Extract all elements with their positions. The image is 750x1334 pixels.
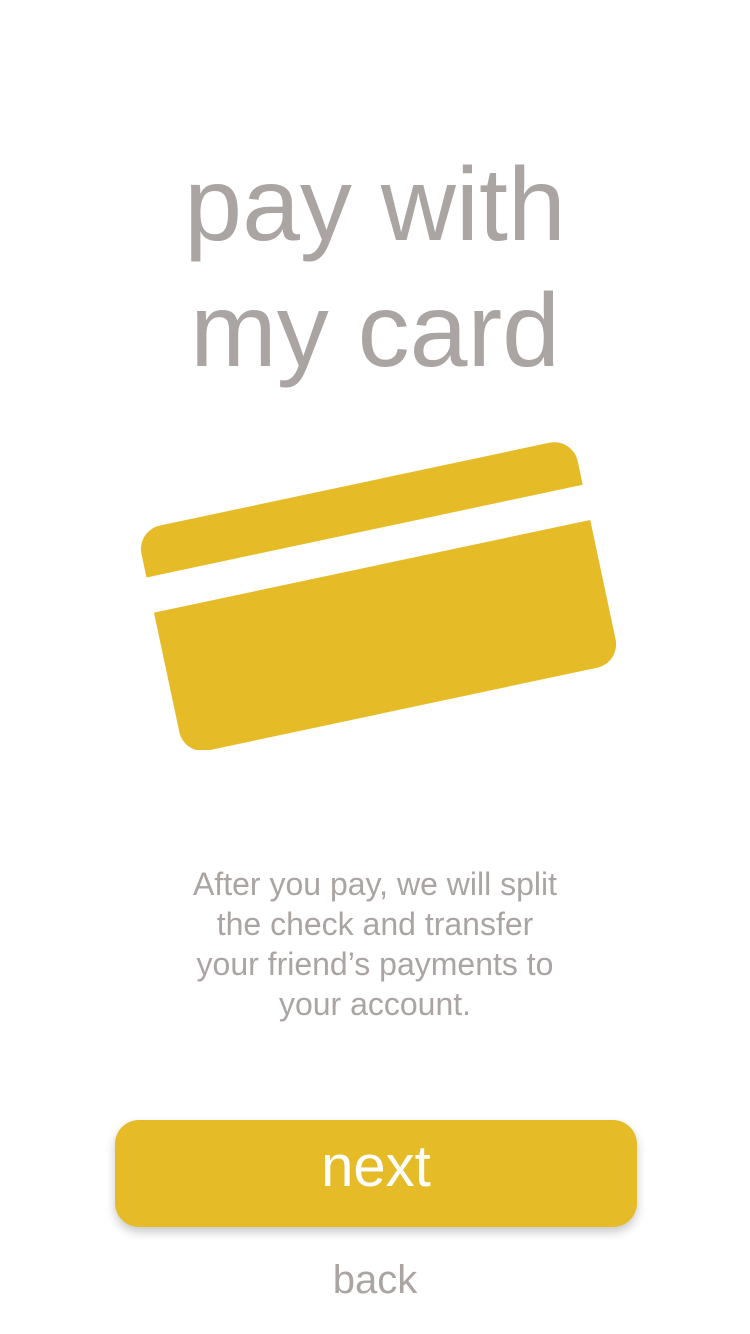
credit-card-icon: [134, 442, 617, 752]
payment-description: After you pay, we will split the check a…: [193, 866, 557, 1022]
credit-card-illustration: [130, 410, 620, 752]
title-line-2: my card: [190, 272, 560, 389]
next-button[interactable]: next: [115, 1120, 637, 1227]
title-line-1: pay with: [184, 146, 566, 263]
page-title: pay with my card: [0, 142, 750, 394]
back-link[interactable]: back: [0, 1256, 750, 1304]
